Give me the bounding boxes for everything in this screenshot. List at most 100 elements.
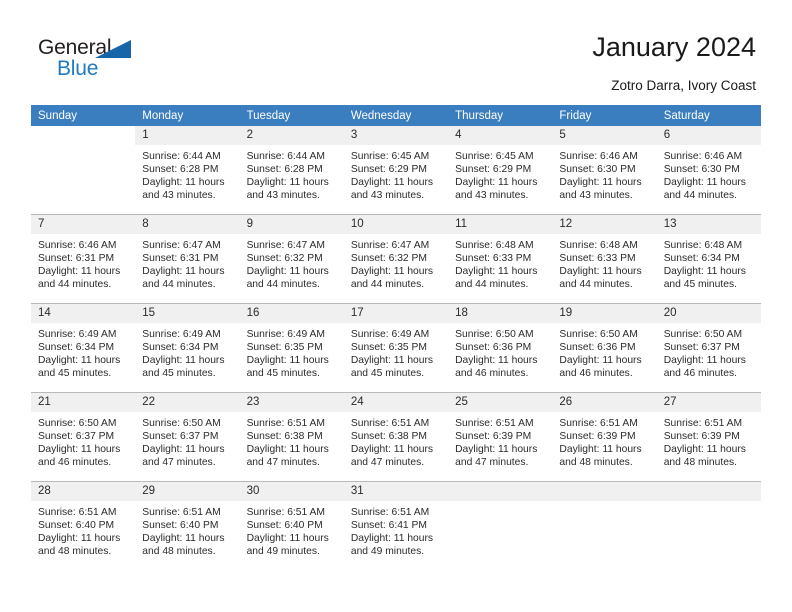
sunset-text: Sunset: 6:34 PM — [663, 253, 740, 265]
day-info: Sunrise: 6:44 AM Sunset: 6:28 PM Daylight:… — [135, 145, 239, 202]
sunset-text: Sunset: 6:36 PM — [559, 342, 636, 354]
daylight-text-line2: and 43 minutes. — [455, 190, 529, 202]
daylight-text-line2: and 43 minutes. — [559, 190, 633, 202]
day-cell[interactable]: 7 Sunrise: 6:46 AM Sunset: 6:31 PM Daylight… — [31, 214, 136, 304]
daylight-text-line1: Daylight: 11 hours — [455, 266, 538, 278]
day-cell[interactable]: 1 Sunrise: 6:44 AM Sunset: 6:28 PM Daylight… — [135, 126, 240, 215]
daylight-text-line2: and 44 minutes. — [142, 279, 216, 291]
daylight-text-line1: Daylight: 11 hours — [663, 444, 746, 456]
day-info: Sunrise: 6:50 AM Sunset: 6:37 PM Daylight:… — [31, 412, 135, 469]
day-cell[interactable]: 30 Sunrise: 6:51 AM Sunset: 6:40 PM Dayligh… — [239, 481, 344, 570]
daylight-text-line2: and 45 minutes. — [38, 368, 112, 380]
daylight-text-line1: Daylight: 11 hours — [350, 177, 434, 189]
day-cell[interactable]: 13 Sunrise: 6:48 AM Sunset: 6:34 PM Dayligh… — [656, 214, 761, 304]
day-cell[interactable]: 23 Sunrise: 6:51 AM Sunset: 6:38 PM Dayligh… — [239, 392, 344, 482]
day-cell[interactable]: 19 Sunrise: 6:50 AM Sunset: 6:36 PM Dayligh… — [552, 303, 657, 393]
sunrise-text: Sunrise: 6:51 AM — [246, 418, 325, 429]
day-cell[interactable]: 5 Sunrise: 6:46 AM Sunset: 6:30 PM Daylight… — [552, 126, 657, 215]
calendar-week-row: 14 Sunrise: 6:49 AM Sunset: 6:34 PM Dayligh… — [31, 303, 761, 393]
day-info: Sunrise: 6:47 AM Sunset: 6:32 PM Daylight:… — [240, 234, 344, 291]
sunrise-text: Sunrise: 6:46 AM — [663, 151, 743, 162]
daylight-text-line2: and 44 minutes. — [455, 279, 529, 291]
day-cell[interactable]: 15 Sunrise: 6:49 AM Sunset: 6:34 PM Dayligh… — [135, 303, 240, 393]
sunrise-text: Sunrise: 6:44 AM — [142, 151, 221, 162]
day-number: 30 — [239, 482, 344, 501]
sunset-text: Sunset: 6:30 PM — [559, 164, 636, 176]
day-number: 28 — [31, 482, 136, 501]
day-cell[interactable]: 31 Sunrise: 6:51 AM Sunset: 6:41 PM Dayligh… — [343, 481, 449, 570]
day-number — [656, 482, 761, 501]
daylight-text-line2: and 48 minutes. — [38, 546, 112, 558]
day-number: 24 — [343, 393, 449, 412]
sunset-text: Sunset: 6:35 PM — [350, 342, 427, 354]
day-number: 19 — [552, 304, 657, 323]
sunrise-text: Sunrise: 6:48 AM — [663, 240, 743, 251]
daylight-text-line1: Daylight: 11 hours — [38, 266, 121, 278]
day-number: 27 — [656, 393, 761, 412]
daylight-text-line1: Daylight: 11 hours — [246, 533, 329, 545]
day-info: Sunrise: 6:49 AM Sunset: 6:35 PM Daylight:… — [344, 323, 448, 380]
day-info: Sunrise: 6:46 AM Sunset: 6:31 PM Daylight:… — [31, 234, 135, 291]
general-blue-logo[interactable]: General Blue — [38, 36, 158, 84]
daylight-text-line1: Daylight: 11 hours — [455, 355, 538, 367]
day-cell[interactable]: 25 Sunrise: 6:51 AM Sunset: 6:39 PM Dayligh… — [448, 392, 553, 482]
day-cell[interactable]: 22 Sunrise: 6:50 AM Sunset: 6:37 PM Dayligh… — [135, 392, 240, 482]
day-cell-blank — [31, 126, 135, 215]
sunrise-text: Sunrise: 6:51 AM — [246, 507, 325, 518]
day-cell[interactable]: 17 Sunrise: 6:49 AM Sunset: 6:35 PM Dayligh… — [343, 303, 449, 393]
day-cell[interactable]: 10 Sunrise: 6:47 AM Sunset: 6:32 PM Dayligh… — [343, 214, 449, 304]
day-number: 22 — [135, 393, 240, 412]
day-cell[interactable]: 2 Sunrise: 6:44 AM Sunset: 6:28 PM Daylight… — [239, 126, 344, 215]
sunset-text: Sunset: 6:28 PM — [246, 164, 323, 176]
calendar-week-row: 21 Sunrise: 6:50 AM Sunset: 6:37 PM Dayligh… — [31, 392, 761, 482]
day-cell[interactable]: 14 Sunrise: 6:49 AM Sunset: 6:34 PM Dayligh… — [31, 303, 136, 393]
day-cell[interactable]: 28 Sunrise: 6:51 AM Sunset: 6:40 PM Dayligh… — [31, 481, 136, 570]
day-cell[interactable]: 9 Sunrise: 6:47 AM Sunset: 6:32 PM Daylight… — [239, 214, 344, 304]
daylight-text-line2: and 43 minutes. — [142, 190, 216, 202]
sunrise-text: Sunrise: 6:48 AM — [559, 240, 638, 251]
day-info: Sunrise: 6:48 AM Sunset: 6:33 PM Daylight:… — [448, 234, 552, 291]
sunrise-text: Sunrise: 6:50 AM — [455, 329, 534, 340]
day-cell[interactable]: 29 Sunrise: 6:51 AM Sunset: 6:40 PM Dayligh… — [135, 481, 240, 570]
day-cell[interactable]: 20 Sunrise: 6:50 AM Sunset: 6:37 PM Dayligh… — [656, 303, 761, 393]
day-cell-empty — [448, 481, 553, 570]
day-cell[interactable]: 18 Sunrise: 6:50 AM Sunset: 6:36 PM Dayligh… — [448, 303, 553, 393]
sunrise-text: Sunrise: 6:49 AM — [38, 329, 117, 340]
day-cell[interactable]: 11 Sunrise: 6:48 AM Sunset: 6:33 PM Dayligh… — [448, 214, 553, 304]
day-number: 1 — [135, 126, 240, 145]
day-number: 3 — [343, 126, 449, 145]
day-info: Sunrise: 6:49 AM Sunset: 6:35 PM Daylight:… — [240, 323, 344, 380]
day-number: 5 — [552, 126, 657, 145]
sunset-text: Sunset: 6:34 PM — [142, 342, 219, 354]
day-number: 16 — [239, 304, 344, 323]
daylight-text-line2: and 45 minutes. — [246, 368, 320, 380]
day-number: 12 — [552, 215, 657, 234]
sunset-text: Sunset: 6:31 PM — [142, 253, 219, 265]
sunset-text: Sunset: 6:38 PM — [246, 431, 323, 443]
sunrise-text: Sunrise: 6:46 AM — [38, 240, 117, 251]
sunset-text: Sunset: 6:41 PM — [350, 520, 427, 532]
day-cell[interactable]: 27 Sunrise: 6:51 AM Sunset: 6:39 PM Dayligh… — [656, 392, 761, 482]
day-cell[interactable]: 6 Sunrise: 6:46 AM Sunset: 6:30 PM Daylight… — [656, 126, 761, 215]
sunrise-text: Sunrise: 6:51 AM — [350, 418, 430, 429]
daylight-text-line1: Daylight: 11 hours — [350, 355, 434, 367]
day-cell[interactable]: 4 Sunrise: 6:45 AM Sunset: 6:29 PM Daylight… — [448, 126, 553, 215]
weekday-header-thursday: Thursday — [448, 105, 553, 126]
sunset-text: Sunset: 6:39 PM — [455, 431, 532, 443]
day-cell[interactable]: 3 Sunrise: 6:45 AM Sunset: 6:29 PM Daylight… — [343, 126, 449, 215]
daylight-text-line1: Daylight: 11 hours — [246, 266, 329, 278]
day-cell[interactable]: 24 Sunrise: 6:51 AM Sunset: 6:38 PM Dayligh… — [343, 392, 449, 482]
day-cell[interactable]: 26 Sunrise: 6:51 AM Sunset: 6:39 PM Dayligh… — [552, 392, 657, 482]
daylight-text-line2: and 49 minutes. — [246, 546, 320, 558]
sunrise-text: Sunrise: 6:50 AM — [559, 329, 638, 340]
daylight-text-line2: and 44 minutes. — [246, 279, 320, 291]
day-info: Sunrise: 6:47 AM Sunset: 6:32 PM Daylight:… — [344, 234, 448, 291]
day-cell[interactable]: 21 Sunrise: 6:50 AM Sunset: 6:37 PM Dayligh… — [31, 392, 136, 482]
sunset-text: Sunset: 6:29 PM — [455, 164, 532, 176]
day-cell[interactable]: 16 Sunrise: 6:49 AM Sunset: 6:35 PM Dayligh… — [239, 303, 344, 393]
day-cell[interactable]: 8 Sunrise: 6:47 AM Sunset: 6:31 PM Daylight… — [135, 214, 240, 304]
page-title: January 2024 — [592, 32, 756, 62]
daylight-text-line2: and 48 minutes. — [559, 457, 633, 469]
daylight-text-line1: Daylight: 11 hours — [142, 266, 225, 278]
day-cell[interactable]: 12 Sunrise: 6:48 AM Sunset: 6:33 PM Dayligh… — [552, 214, 657, 304]
